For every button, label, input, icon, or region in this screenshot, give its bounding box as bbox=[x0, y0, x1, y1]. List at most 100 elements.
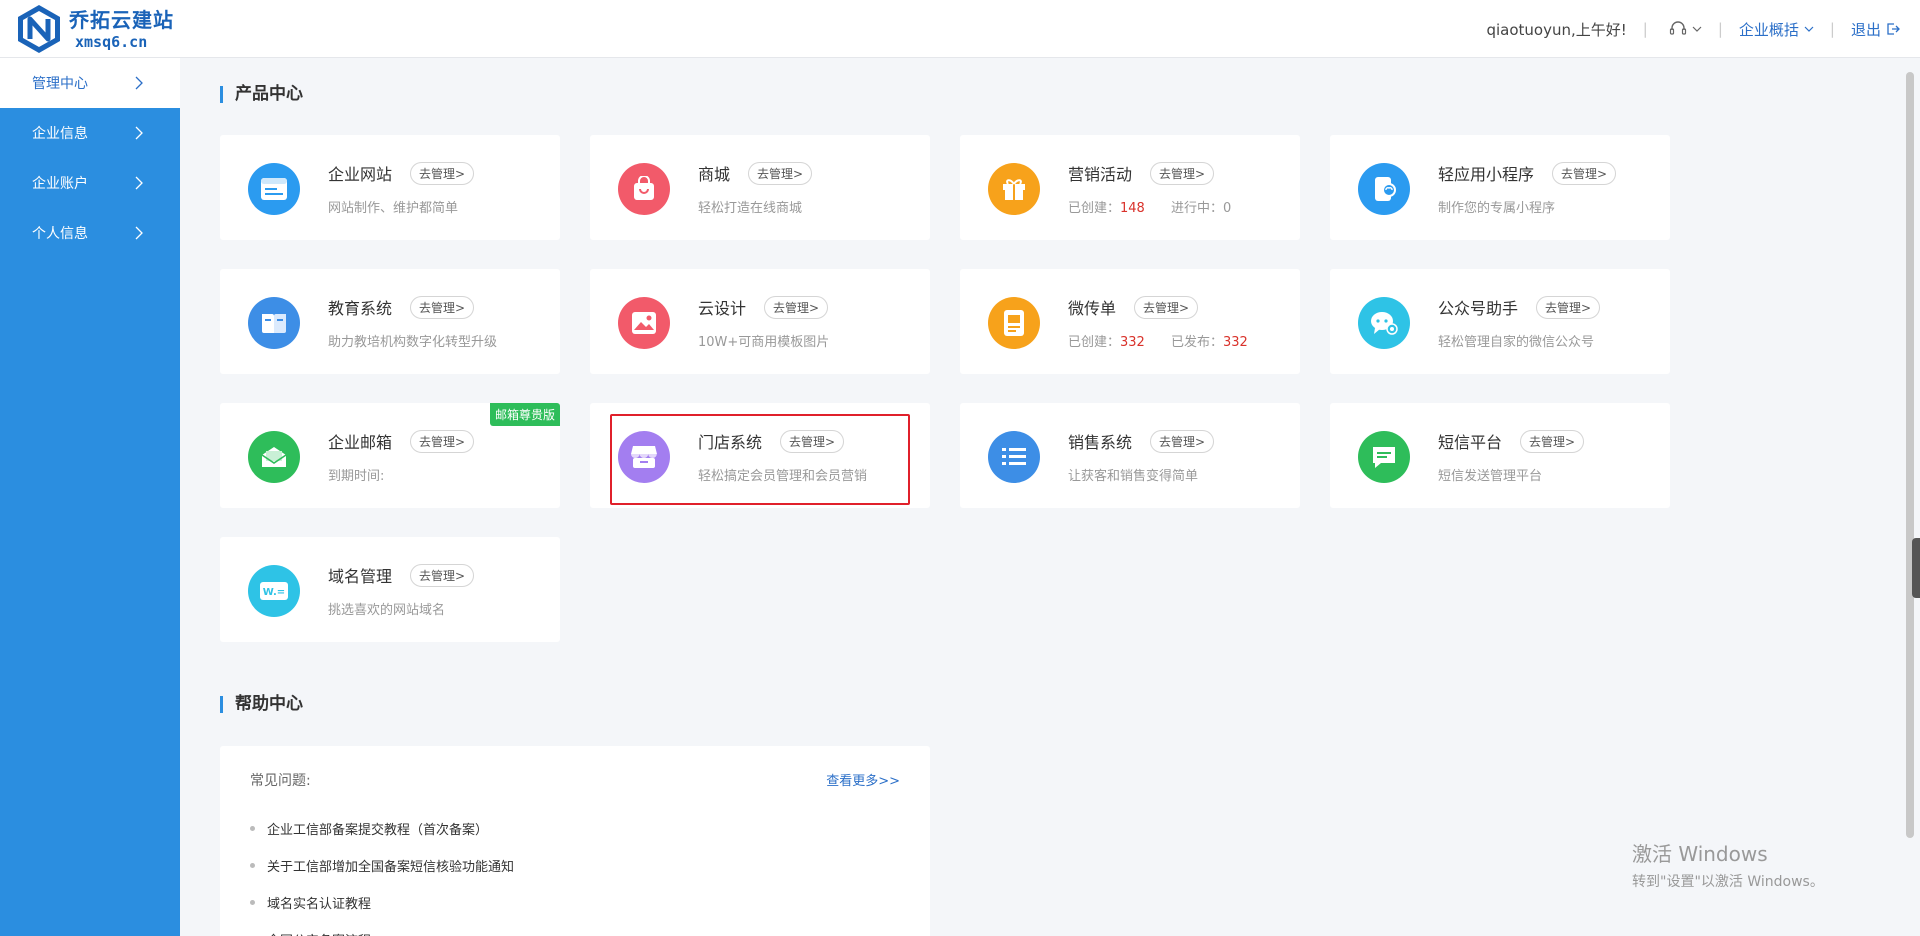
mail-premium-badge: 邮箱尊贵版 bbox=[490, 403, 560, 426]
logo[interactable]: 乔拓云建站 xmsq6.cn bbox=[15, 3, 174, 55]
manage-button[interactable]: 去管理> bbox=[764, 296, 828, 319]
sidebar-item-label: 管理中心 bbox=[32, 73, 88, 93]
sidebar-item-label: 个人信息 bbox=[32, 223, 88, 243]
manage-button[interactable]: 去管理> bbox=[410, 296, 474, 319]
sidebar-item-personal-info[interactable]: 个人信息 bbox=[0, 208, 180, 258]
product-card-cloud-design[interactable]: 云设计 去管理> 10W+可商用模板图片 bbox=[590, 269, 930, 374]
list-icon bbox=[988, 431, 1040, 483]
card-title: 公众号助手 bbox=[1438, 295, 1518, 319]
card-description: 轻松打造在线商城 bbox=[698, 197, 802, 216]
manage-button[interactable]: 去管理> bbox=[1552, 162, 1616, 185]
product-card-wechat-assistant[interactable]: 公众号助手 去管理> 轻松管理自家的微信公众号 bbox=[1330, 269, 1670, 374]
card-title: 企业网站 bbox=[328, 161, 392, 185]
created-count: 148 bbox=[1120, 201, 1145, 216]
sidebar-item-management-center[interactable]: 管理中心 bbox=[0, 58, 180, 108]
card-title: 销售系统 bbox=[1068, 429, 1132, 453]
manage-button[interactable]: 去管理> bbox=[748, 162, 812, 185]
website-icon bbox=[248, 163, 300, 215]
chevron-right-icon bbox=[134, 76, 144, 90]
sidebar: 管理中心 企业信息 企业账户 个人信息 bbox=[0, 58, 180, 936]
card-description: 到期时间: bbox=[328, 465, 384, 484]
sidebar-item-label: 企业信息 bbox=[32, 123, 88, 143]
product-card-sms-platform[interactable]: 短信平台 去管理> 短信发送管理平台 bbox=[1330, 403, 1670, 508]
windows-activation-watermark: 激活 Windows 转到"设置"以激活 Windows。 bbox=[1632, 838, 1824, 891]
gift-icon bbox=[988, 163, 1040, 215]
flyer-icon bbox=[988, 297, 1040, 349]
product-card-flyer[interactable]: 微传单 去管理> 已创建：332 已发布：332 bbox=[960, 269, 1300, 374]
domain-icon-text: W.= bbox=[263, 587, 285, 598]
chevron-right-icon bbox=[134, 126, 144, 140]
chevron-right-icon bbox=[134, 176, 144, 190]
manage-button[interactable]: 去管理> bbox=[410, 564, 474, 587]
manage-button[interactable]: 去管理> bbox=[1536, 296, 1600, 319]
product-card-website[interactable]: 企业网站 去管理> 网站制作、维护都简单 bbox=[220, 135, 560, 240]
card-title: 域名管理 bbox=[328, 563, 392, 587]
card-description: 短信发送管理平台 bbox=[1438, 465, 1542, 484]
divider: | bbox=[1830, 20, 1835, 38]
card-description: 制作您的专属小程序 bbox=[1438, 197, 1555, 216]
card-title: 教育系统 bbox=[328, 295, 392, 319]
view-more-link[interactable]: 查看更多>> bbox=[826, 770, 900, 789]
overview-dropdown[interactable]: 企业概括 bbox=[1739, 19, 1814, 40]
wechat-icon bbox=[1358, 297, 1410, 349]
side-drag-handle[interactable] bbox=[1912, 538, 1920, 598]
product-card-sales-system[interactable]: 销售系统 去管理> 让获客和销售变得简单 bbox=[960, 403, 1300, 508]
card-description: 让获客和销售变得简单 bbox=[1068, 465, 1198, 484]
published-label: 已发布： bbox=[1171, 335, 1223, 350]
scrollbar-thumb[interactable] bbox=[1906, 72, 1914, 838]
faq-list: 企业工信部备案提交教程（首次备案） 关于工信部增加全国备案短信核验功能通知 域名… bbox=[250, 810, 514, 936]
chevron-down-icon bbox=[1804, 26, 1814, 32]
card-title: 轻应用小程序 bbox=[1438, 161, 1534, 185]
created-count: 332 bbox=[1120, 335, 1145, 350]
manage-button[interactable]: 去管理> bbox=[410, 430, 474, 453]
product-card-mini-program[interactable]: 轻应用小程序 去管理> 制作您的专属小程序 bbox=[1330, 135, 1670, 240]
faq-item[interactable]: 关于工信部增加全国备案短信核验功能通知 bbox=[250, 847, 514, 884]
faq-item[interactable]: 企业工信部备案提交教程（首次备案） bbox=[250, 810, 514, 847]
sms-icon bbox=[1358, 431, 1410, 483]
created-label: 已创建： bbox=[1068, 335, 1120, 350]
product-card-marketing[interactable]: 营销活动 去管理> 已创建：148 进行中：0 bbox=[960, 135, 1300, 240]
faq-label: 常见问题: bbox=[250, 770, 311, 790]
mail-icon bbox=[248, 431, 300, 483]
created-label: 已创建： bbox=[1068, 201, 1120, 216]
card-title: 微传单 bbox=[1068, 295, 1116, 319]
product-card-enterprise-mail[interactable]: 邮箱尊贵版 企业邮箱 去管理> 到期时间: bbox=[220, 403, 560, 508]
image-icon bbox=[618, 297, 670, 349]
manage-button[interactable]: 去管理> bbox=[1134, 296, 1198, 319]
faq-item[interactable]: 全国公安备案流程 bbox=[250, 921, 514, 936]
logout-button[interactable]: 退出 bbox=[1851, 19, 1900, 40]
shopping-bag-icon bbox=[618, 163, 670, 215]
card-title: 企业邮箱 bbox=[328, 429, 392, 453]
card-stats: 已创建：332 已发布：332 bbox=[1068, 331, 1248, 350]
highlight-box bbox=[610, 414, 910, 505]
sidebar-item-company-account[interactable]: 企业账户 bbox=[0, 158, 180, 208]
manage-button[interactable]: 去管理> bbox=[410, 162, 474, 185]
manage-button[interactable]: 去管理> bbox=[1150, 430, 1214, 453]
sidebar-item-company-info[interactable]: 企业信息 bbox=[0, 108, 180, 158]
main-content: 产品中心 企业网站 去管理> 网站制作、维护都简单 商城 去管理> 轻松打造在线… bbox=[180, 58, 1890, 936]
divider: | bbox=[1718, 20, 1723, 38]
greeting-text: qiaotuoyun,上午好! bbox=[1486, 19, 1626, 40]
chevron-down-icon bbox=[1692, 26, 1702, 32]
help-center-title: 帮助中心 bbox=[220, 696, 303, 713]
product-card-mall[interactable]: 商城 去管理> 轻松打造在线商城 bbox=[590, 135, 930, 240]
card-title: 短信平台 bbox=[1438, 429, 1502, 453]
card-description: 挑选喜欢的网站域名 bbox=[328, 599, 445, 618]
chevron-right-icon bbox=[134, 226, 144, 240]
card-title: 云设计 bbox=[698, 295, 746, 319]
card-description: 网站制作、维护都简单 bbox=[328, 197, 458, 216]
logo-n-icon bbox=[15, 3, 63, 55]
card-stats: 已创建：148 进行中：0 bbox=[1068, 197, 1231, 216]
manage-button[interactable]: 去管理> bbox=[1520, 430, 1584, 453]
card-description: 10W+可商用模板图片 bbox=[698, 331, 829, 350]
logout-icon bbox=[1886, 22, 1900, 36]
faq-item[interactable]: 域名实名认证教程 bbox=[250, 884, 514, 921]
customer-service-button[interactable] bbox=[1664, 21, 1702, 37]
sidebar-item-label: 企业账户 bbox=[32, 173, 88, 193]
mini-program-icon bbox=[1358, 163, 1410, 215]
product-card-domain[interactable]: W.= 域名管理 去管理> 挑选喜欢的网站域名 bbox=[220, 537, 560, 642]
manage-button[interactable]: 去管理> bbox=[1150, 162, 1214, 185]
product-center-title: 产品中心 bbox=[220, 86, 303, 103]
product-card-education[interactable]: 教育系统 去管理> 助力教培机构数字化转型升级 bbox=[220, 269, 560, 374]
card-description: 助力教培机构数字化转型升级 bbox=[328, 331, 497, 350]
